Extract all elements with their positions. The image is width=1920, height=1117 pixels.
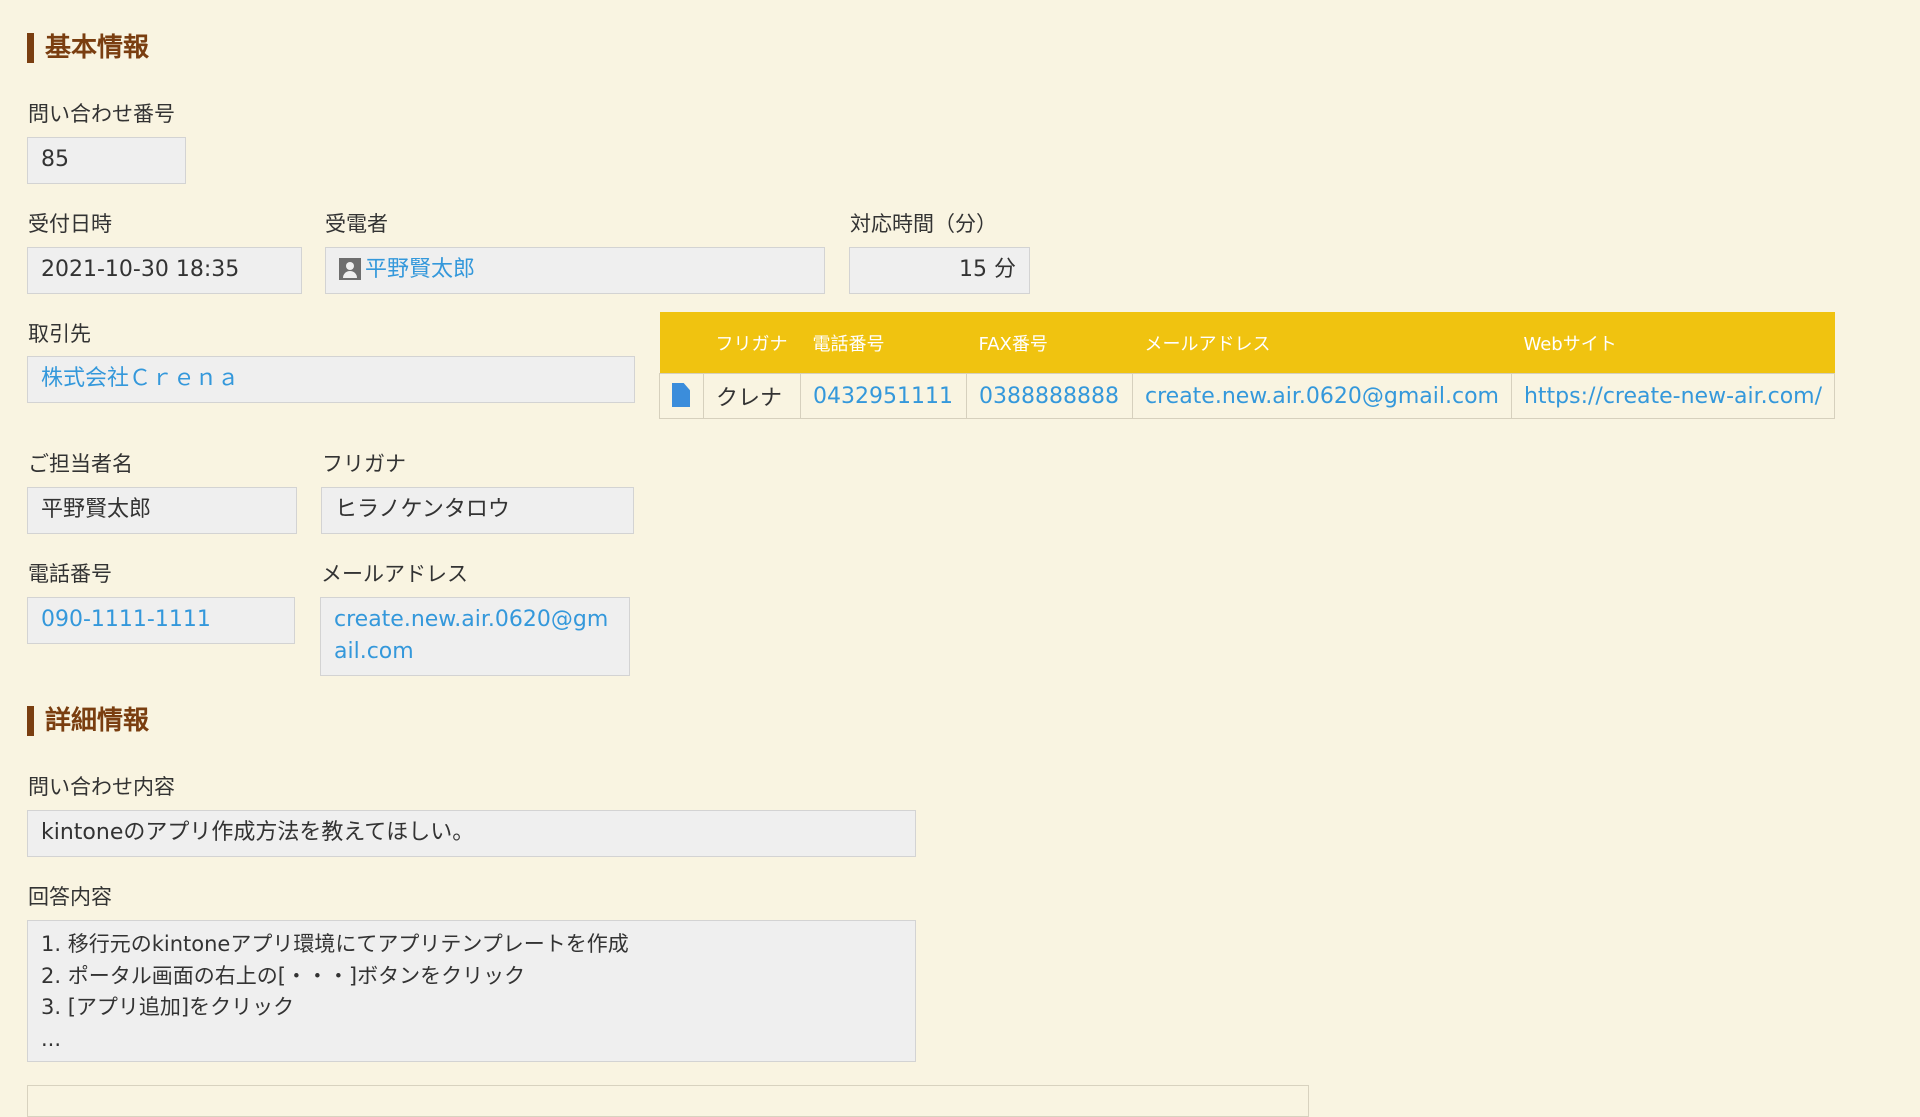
table-row: クレナ 0432951111 0388888888 create.new.air… (659, 373, 1836, 419)
table-cell-email[interactable]: create.new.air.0620@gmail.com (1132, 373, 1512, 419)
table-header-row: フリガナ 電話番号 FAX番号 メールアドレス Webサイト (659, 312, 1835, 374)
table-header-icon (659, 312, 704, 374)
client-link[interactable]: 株式会社Ｃｒｅｎａ (41, 366, 239, 391)
answer-line: 1. 移行元のkintoneアプリ環境にてアプリテンプレートを作成 (41, 932, 629, 956)
inquiry-content-label: 問い合わせ内容 (28, 775, 175, 799)
receiver-link[interactable]: 平野賢太郎 (365, 257, 475, 282)
contact-name-field: 平野賢太郎 (27, 487, 297, 534)
phone-link[interactable]: 090-1111-1111 (41, 607, 211, 632)
table-header-furigana: フリガナ (703, 312, 801, 374)
table-cell-phone[interactable]: 0432951111 (800, 373, 967, 419)
inquiry-number-field: 85 (27, 137, 186, 184)
section-title-basic: 基本情報 (27, 33, 149, 63)
table-cell-furigana: クレナ (703, 373, 801, 419)
answer-field: 1. 移行元のkintoneアプリ環境にてアプリテンプレートを作成 2. ポータ… (27, 920, 916, 1062)
table-cell-icon[interactable] (659, 373, 704, 419)
furigana-field: ヒラノケンタロウ (321, 487, 634, 534)
email-field: create.new.air.0620@gmail.com (320, 597, 630, 676)
received-at-field: 2021-10-30 18:35 (27, 247, 302, 294)
email-link[interactable]: create.new.air.0620@gmail.com (334, 607, 608, 664)
furigana-label: フリガナ (322, 452, 406, 476)
email-label: メールアドレス (321, 562, 468, 586)
answer-line: 3. [アプリ追加]をクリック (41, 995, 295, 1019)
received-at-label: 受付日時 (28, 212, 112, 236)
table-cell-website[interactable]: https://create-new-air.com/ (1510, 373, 1836, 419)
answer-line: ... (41, 1026, 62, 1051)
user-icon (339, 258, 361, 280)
section-title-detail: 詳細情報 (27, 706, 149, 736)
inquiry-content-field: kintoneのアプリ作成方法を教えてほしい。 (27, 810, 916, 857)
document-icon[interactable] (672, 383, 690, 407)
receiver-field: 平野賢太郎 (325, 247, 825, 294)
table-cell-fax[interactable]: 0388888888 (966, 373, 1133, 419)
table-header-email: メールアドレス (1132, 312, 1512, 374)
contact-name-label: ご担当者名 (28, 452, 133, 476)
receiver-label: 受電者 (325, 212, 388, 236)
inquiry-number-label: 問い合わせ番号 (28, 102, 175, 126)
table-header-website: Webサイト (1511, 312, 1835, 374)
answer-line: 2. ポータル画面の右上の[・・・]ボタンをクリック (41, 963, 526, 988)
phone-field: 090-1111-1111 (27, 597, 295, 644)
table-header-phone: 電話番号 (800, 312, 967, 374)
client-label: 取引先 (28, 322, 91, 346)
related-client-table: フリガナ 電話番号 FAX番号 メールアドレス Webサイト クレナ 04329… (659, 312, 1836, 419)
duration-label: 対応時間（分） (850, 212, 997, 236)
table-header-fax: FAX番号 (966, 312, 1133, 374)
answer-label: 回答内容 (28, 885, 112, 909)
duration-field: 15 分 (849, 247, 1030, 294)
phone-label: 電話番号 (28, 562, 112, 586)
next-field-partial (27, 1085, 1309, 1117)
client-field: 株式会社Ｃｒｅｎａ (27, 356, 635, 403)
